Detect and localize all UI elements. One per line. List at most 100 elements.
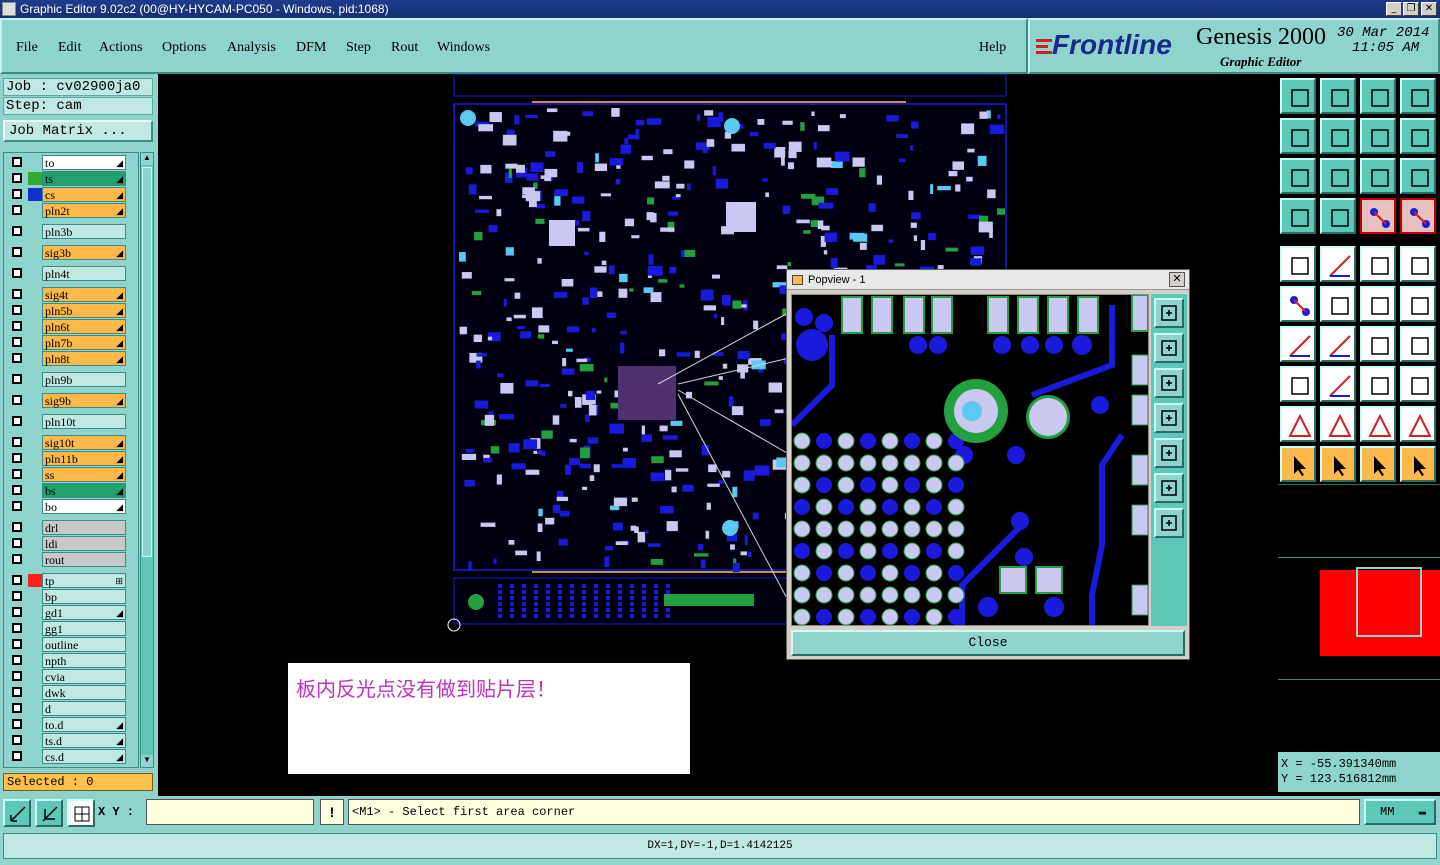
layer-row[interactable]: sig9b ◢ bbox=[6, 393, 126, 408]
layer-color-swatch[interactable] bbox=[28, 574, 42, 587]
layer-checkbox[interactable] bbox=[12, 205, 22, 215]
layer-name[interactable]: npth bbox=[42, 653, 126, 668]
scroll-thumb[interactable] bbox=[142, 167, 152, 557]
layer-checkbox[interactable] bbox=[12, 374, 22, 384]
layer-row[interactable]: pln6t ◢ bbox=[6, 319, 126, 334]
ruler-icon[interactable] bbox=[1360, 246, 1396, 282]
popview-canvas[interactable] bbox=[791, 294, 1149, 626]
rotate-icon[interactable] bbox=[1360, 326, 1396, 362]
menu-options[interactable]: Options bbox=[162, 40, 206, 56]
save-icon[interactable] bbox=[1320, 78, 1356, 114]
layer-name[interactable]: drl bbox=[42, 520, 126, 535]
triangle-b-icon[interactable] bbox=[1320, 406, 1356, 442]
minimize-button[interactable]: _ bbox=[1386, 2, 1402, 16]
layer-row[interactable]: outline bbox=[6, 637, 126, 652]
layer-checkbox[interactable] bbox=[12, 226, 22, 236]
layer-checkbox[interactable] bbox=[12, 538, 22, 548]
layer-checkbox[interactable] bbox=[12, 437, 22, 447]
layer-checkbox[interactable] bbox=[12, 157, 22, 167]
layer-row[interactable]: gd1 ◢ bbox=[6, 605, 126, 620]
pan-left-icon[interactable] bbox=[1280, 118, 1316, 154]
layer-color-swatch[interactable] bbox=[28, 188, 42, 201]
layer-checkbox[interactable] bbox=[12, 268, 22, 278]
menu-dfm[interactable]: DFM bbox=[296, 40, 326, 56]
layer-row[interactable]: pln2t ◢ bbox=[6, 203, 126, 218]
layer-checkbox[interactable] bbox=[12, 453, 22, 463]
layer-row[interactable]: pln7b ◢ bbox=[6, 335, 126, 350]
layer-row[interactable]: tp ⊞ bbox=[6, 573, 126, 588]
layer-checkbox[interactable] bbox=[12, 575, 22, 585]
layer-row[interactable]: npth bbox=[6, 653, 126, 668]
layer-checkbox[interactable] bbox=[12, 321, 22, 331]
target-icon[interactable] bbox=[1400, 246, 1436, 282]
layer-row[interactable]: pln10t bbox=[6, 414, 126, 429]
layer-checkbox[interactable] bbox=[12, 305, 22, 315]
layer-name[interactable]: pln5b ◢ bbox=[42, 303, 126, 318]
copy-icon[interactable] bbox=[1400, 286, 1436, 322]
scroll-down-icon[interactable]: ▼ bbox=[141, 755, 153, 767]
feature-red-icon[interactable] bbox=[1280, 366, 1316, 402]
pointer-select-icon[interactable] bbox=[1360, 446, 1396, 482]
measure-button[interactable] bbox=[35, 799, 63, 827]
layer-checkbox[interactable] bbox=[12, 416, 22, 426]
layer-name[interactable]: ts.d ◢ bbox=[42, 733, 126, 748]
alert-icon[interactable]: ! bbox=[320, 799, 344, 825]
layer-row[interactable]: pln8t ◢ bbox=[6, 351, 126, 366]
layer-name[interactable]: d bbox=[42, 701, 126, 716]
redo-icon[interactable] bbox=[1400, 118, 1436, 154]
layer-name[interactable]: cvia bbox=[42, 669, 126, 684]
layer-row[interactable]: ts ◢ bbox=[6, 171, 126, 186]
layer-checkbox[interactable] bbox=[12, 469, 22, 479]
undo-icon[interactable] bbox=[1360, 118, 1396, 154]
layer-name[interactable]: ts ◢ bbox=[42, 171, 126, 186]
layer-checkbox[interactable] bbox=[12, 522, 22, 532]
layer-row[interactable]: to ◢ bbox=[6, 155, 126, 170]
layer-row[interactable]: sig3b ◢ bbox=[6, 245, 126, 260]
net-red-alt-icon[interactable] bbox=[1400, 198, 1436, 234]
layer-checkbox[interactable] bbox=[12, 189, 22, 199]
menu-analysis[interactable]: Analysis bbox=[227, 40, 276, 56]
layer-name[interactable]: gg1 bbox=[42, 621, 126, 636]
zoom-fit-icon[interactable] bbox=[1280, 158, 1316, 194]
slope-icon[interactable] bbox=[1280, 326, 1316, 362]
layer-checkbox[interactable] bbox=[12, 703, 22, 713]
layer-row[interactable]: cvia bbox=[6, 669, 126, 684]
layer-name[interactable]: pln11b ◢ bbox=[42, 451, 126, 466]
job-matrix-button[interactable]: Job Matrix ... bbox=[3, 120, 153, 142]
menu-help[interactable]: Help bbox=[979, 40, 1006, 56]
layer-name[interactable]: pln4t bbox=[42, 266, 126, 281]
layer-row[interactable]: ts.d ◢ bbox=[6, 733, 126, 748]
layer-row[interactable]: gg1 bbox=[6, 621, 126, 636]
menu-actions[interactable]: Actions bbox=[99, 40, 143, 56]
layer-row[interactable]: pln11b ◢ bbox=[6, 451, 126, 466]
connect-icon[interactable] bbox=[1280, 286, 1316, 322]
delete-icon[interactable] bbox=[1320, 286, 1356, 322]
layer-name[interactable]: sig4t ◢ bbox=[42, 287, 126, 302]
popview-home-icon[interactable] bbox=[1154, 473, 1184, 503]
wrench-icon[interactable] bbox=[1280, 198, 1316, 234]
layer-name[interactable]: to.d ◢ bbox=[42, 717, 126, 732]
popview-expand-icon[interactable] bbox=[1154, 508, 1184, 538]
popview-close-icon[interactable]: ✕ bbox=[1169, 272, 1185, 287]
layer-name[interactable]: dwk bbox=[42, 685, 126, 700]
layer-row[interactable]: sig4t ◢ bbox=[6, 287, 126, 302]
layer-name[interactable]: bo ◢ bbox=[42, 499, 126, 514]
popview-pan-right-icon[interactable] bbox=[1154, 438, 1184, 468]
pan-right-icon[interactable] bbox=[1320, 118, 1356, 154]
layer-list-scrollbar[interactable]: ▲ ▼ bbox=[140, 152, 154, 768]
layer-row[interactable]: cs.d ◢ bbox=[6, 749, 126, 764]
layer-row[interactable]: pln5b ◢ bbox=[6, 303, 126, 318]
layer-name[interactable]: pln9b bbox=[42, 372, 126, 387]
pointer-icon[interactable] bbox=[1280, 446, 1316, 482]
layer-checkbox[interactable] bbox=[12, 607, 22, 617]
triangle-d-icon[interactable] bbox=[1400, 406, 1436, 442]
net-red-icon[interactable] bbox=[1360, 198, 1396, 234]
layer-checkbox[interactable] bbox=[12, 501, 22, 511]
snap-icon[interactable] bbox=[1320, 198, 1356, 234]
layer-row[interactable]: to.d ◢ bbox=[6, 717, 126, 732]
layer-name[interactable]: outline bbox=[42, 637, 126, 652]
layer-row[interactable]: sig10t ◢ bbox=[6, 435, 126, 450]
layer-row[interactable]: drl bbox=[6, 520, 126, 535]
zoom-area-button[interactable] bbox=[3, 799, 31, 827]
close-window-button[interactable]: ✕ bbox=[1421, 2, 1437, 16]
